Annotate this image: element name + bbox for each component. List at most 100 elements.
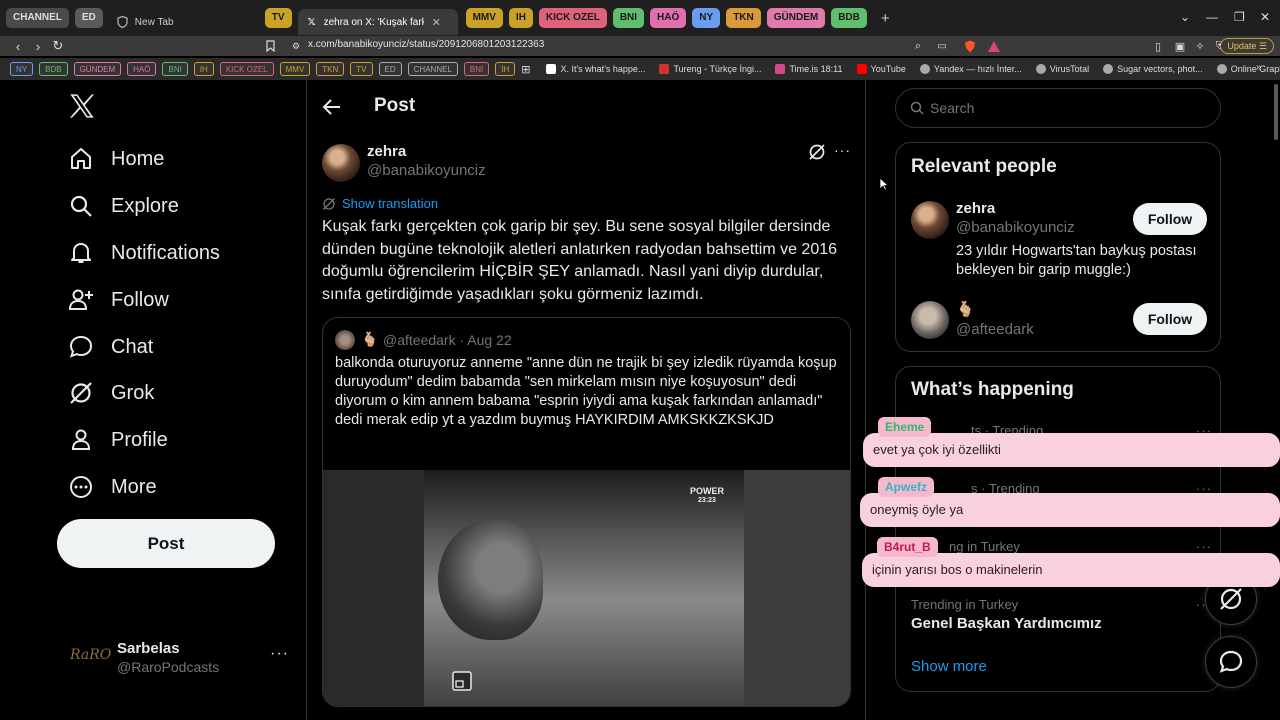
forward-icon[interactable]: › [28, 36, 48, 56]
show-translation-link[interactable]: Show translation [322, 196, 438, 211]
person-handle[interactable]: @afteedark [956, 321, 1034, 338]
more-icon[interactable]: ··· [1196, 539, 1212, 554]
follow-button[interactable]: Follow [1133, 203, 1207, 235]
tab-group-chip[interactable]: NY [692, 8, 721, 28]
more-icon[interactable]: ··· [834, 142, 851, 158]
back-arrow-icon[interactable] [322, 98, 342, 116]
bookmark-group-chip[interactable]: BNİ [463, 62, 490, 76]
tweet-text: Kuşak farkı gerçekten çok garip bir şey.… [322, 218, 838, 303]
bookmark-icon[interactable] [260, 36, 280, 56]
home-icon [68, 146, 94, 172]
bookmark-group-chip[interactable]: HAÖ [127, 62, 157, 76]
bookmark-group-chip[interactable]: CHANNEL [407, 62, 458, 76]
site-info-icon[interactable]: ⚙ [286, 36, 306, 56]
bookmark-link[interactable]: Sugar vectors, phot... [1103, 64, 1203, 74]
tab-group-chip[interactable]: GÜNDEM [766, 8, 826, 28]
bookmark-link[interactable]: YouTube [856, 64, 906, 74]
show-more-link[interactable]: Show more [911, 658, 987, 675]
bookmark-group-chip[interactable]: BNI [162, 62, 188, 76]
minimize-icon[interactable]: — [1206, 10, 1218, 24]
tab-group-chip[interactable]: ED [74, 8, 103, 28]
bookmark-link[interactable]: X. It's what's happe... [546, 64, 645, 74]
tab-group-chip[interactable]: TKN [726, 8, 761, 28]
bookmark-group-chip[interactable]: MMV [279, 62, 311, 76]
messages-float-button[interactable] [1205, 636, 1257, 688]
bookmark-link[interactable]: Yandex — hızlı İnter... [919, 64, 1022, 74]
reload-icon[interactable]: ↻ [48, 36, 68, 56]
brave-rewards-icon[interactable] [984, 36, 1004, 56]
zoom-icon[interactable]: ⌕ [908, 36, 928, 56]
new-tab-button[interactable]: + [881, 10, 890, 27]
expand-icon[interactable] [451, 670, 473, 692]
avatar[interactable] [911, 301, 949, 339]
tab-group-chip[interactable]: TV [264, 8, 292, 28]
quoted-post[interactable]: 🫰🏼 @afteedark · Aug 22 balkonda oturuyor… [322, 317, 851, 707]
x-logo-icon[interactable] [68, 92, 96, 120]
compose-post-button[interactable]: Post [57, 519, 275, 568]
bookmark-group-chip[interactable]: GÜNDEM [73, 62, 122, 76]
author-handle[interactable]: @banabikoyunciz [367, 162, 486, 179]
update-button[interactable]: Update ☰ [1220, 38, 1274, 54]
bookmark-link[interactable]: Tureng - Türkçe İngi... [659, 64, 761, 74]
search-bar[interactable] [895, 88, 1221, 128]
trend-item[interactable]: Trending in Turkey Genel Başkan Yardımcı… [911, 597, 1211, 632]
back-icon[interactable]: ‹ [8, 36, 28, 56]
tab-group-chip[interactable]: KICK OZEL [538, 8, 607, 28]
leo-icon[interactable]: ✧ [1190, 36, 1210, 56]
sidebar-icon[interactable]: ▯ [1148, 36, 1168, 56]
follow-button[interactable]: Follow [1133, 303, 1207, 335]
bookmark-link[interactable]: Online Graphic Desi... [1216, 64, 1280, 74]
tab-active[interactable]: 𝕏 zehra on X: 'Kuşak farkı gerçekten ✕ [297, 9, 458, 35]
nav-item-grok[interactable]: Grok [68, 375, 154, 411]
more-icon[interactable]: ··· [270, 645, 289, 663]
tab-group-chip[interactable]: HAÖ [650, 8, 687, 28]
bookmark-group-chip[interactable]: TV [350, 62, 373, 76]
bookmark-group-chip[interactable]: IH [193, 62, 214, 76]
bookmark-link[interactable]: Time.is 18:11 [775, 64, 843, 74]
account-switcher[interactable]: RaRO Sarbelas @RaroPodcasts ··· [70, 637, 300, 677]
chat-message: içinin yarısı bos o makinelerin [862, 553, 1280, 587]
avatar[interactable] [911, 201, 949, 239]
bookmark-group-chip[interactable]: İH [495, 62, 516, 76]
nav-item-notifications[interactable]: Notifications [68, 235, 220, 271]
cast-icon[interactable]: ▭ [932, 36, 952, 56]
tab-new-tab[interactable]: New Tab [109, 9, 259, 35]
bookmark-group-chip[interactable]: TKN [316, 62, 345, 76]
url-field[interactable]: x.com/banabikoyunciz/status/209120680120… [308, 39, 544, 50]
tab-group-chip[interactable]: IH [508, 8, 533, 28]
trend-item[interactable]: ng in Turkey ··· [911, 539, 1211, 554]
tab-group-chip[interactable]: BDB [831, 8, 867, 28]
close-icon[interactable]: ✕ [432, 16, 441, 29]
person-name[interactable]: zehra [956, 200, 995, 217]
apps-grid-icon[interactable]: ⊞ [521, 63, 530, 76]
bookmarks-overflow-icon[interactable]: » [1256, 62, 1262, 73]
bookmark-group-chip[interactable]: NY [10, 62, 34, 76]
window-close-icon[interactable]: ✕ [1260, 10, 1270, 24]
bookmark-group-chip[interactable]: KICK OZEL [219, 62, 274, 76]
tab-group-chip[interactable]: CHANNEL [6, 8, 69, 28]
bookmark-group-chip[interactable]: ED [378, 62, 402, 76]
nav-item-home[interactable]: Home [68, 141, 164, 177]
wallet-icon[interactable]: ▣ [1170, 36, 1190, 56]
tab-group-chip[interactable]: MMV [465, 8, 503, 28]
bookmark-link[interactable]: VirusTotal [1035, 64, 1089, 74]
video-player[interactable]: POWER 23:23 [323, 470, 850, 706]
nav-item-follow[interactable]: Follow [68, 282, 169, 318]
author-name[interactable]: zehra [367, 143, 406, 160]
nav-item-chat[interactable]: Chat [68, 329, 153, 365]
author-avatar[interactable] [322, 144, 360, 182]
grok-icon [323, 197, 335, 210]
search-input[interactable] [930, 100, 1200, 116]
brave-shield-icon[interactable] [960, 36, 980, 56]
maximize-icon[interactable]: ❐ [1234, 10, 1245, 24]
nav-item-more[interactable]: More [68, 469, 157, 505]
grok-icon[interactable] [808, 143, 826, 161]
nav-item-explore[interactable]: Explore [68, 188, 179, 224]
person-handle[interactable]: @banabikoyunciz [956, 219, 1075, 236]
tab-group-chip[interactable]: BNI [612, 8, 645, 28]
nav-item-profile[interactable]: Profile [68, 422, 168, 458]
person-name[interactable]: 🫰🏼 [956, 300, 975, 318]
page-scrollbar[interactable] [1274, 84, 1278, 140]
chevron-down-icon[interactable]: ⌄ [1180, 10, 1190, 24]
bookmark-group-chip[interactable]: BDB [39, 62, 68, 76]
